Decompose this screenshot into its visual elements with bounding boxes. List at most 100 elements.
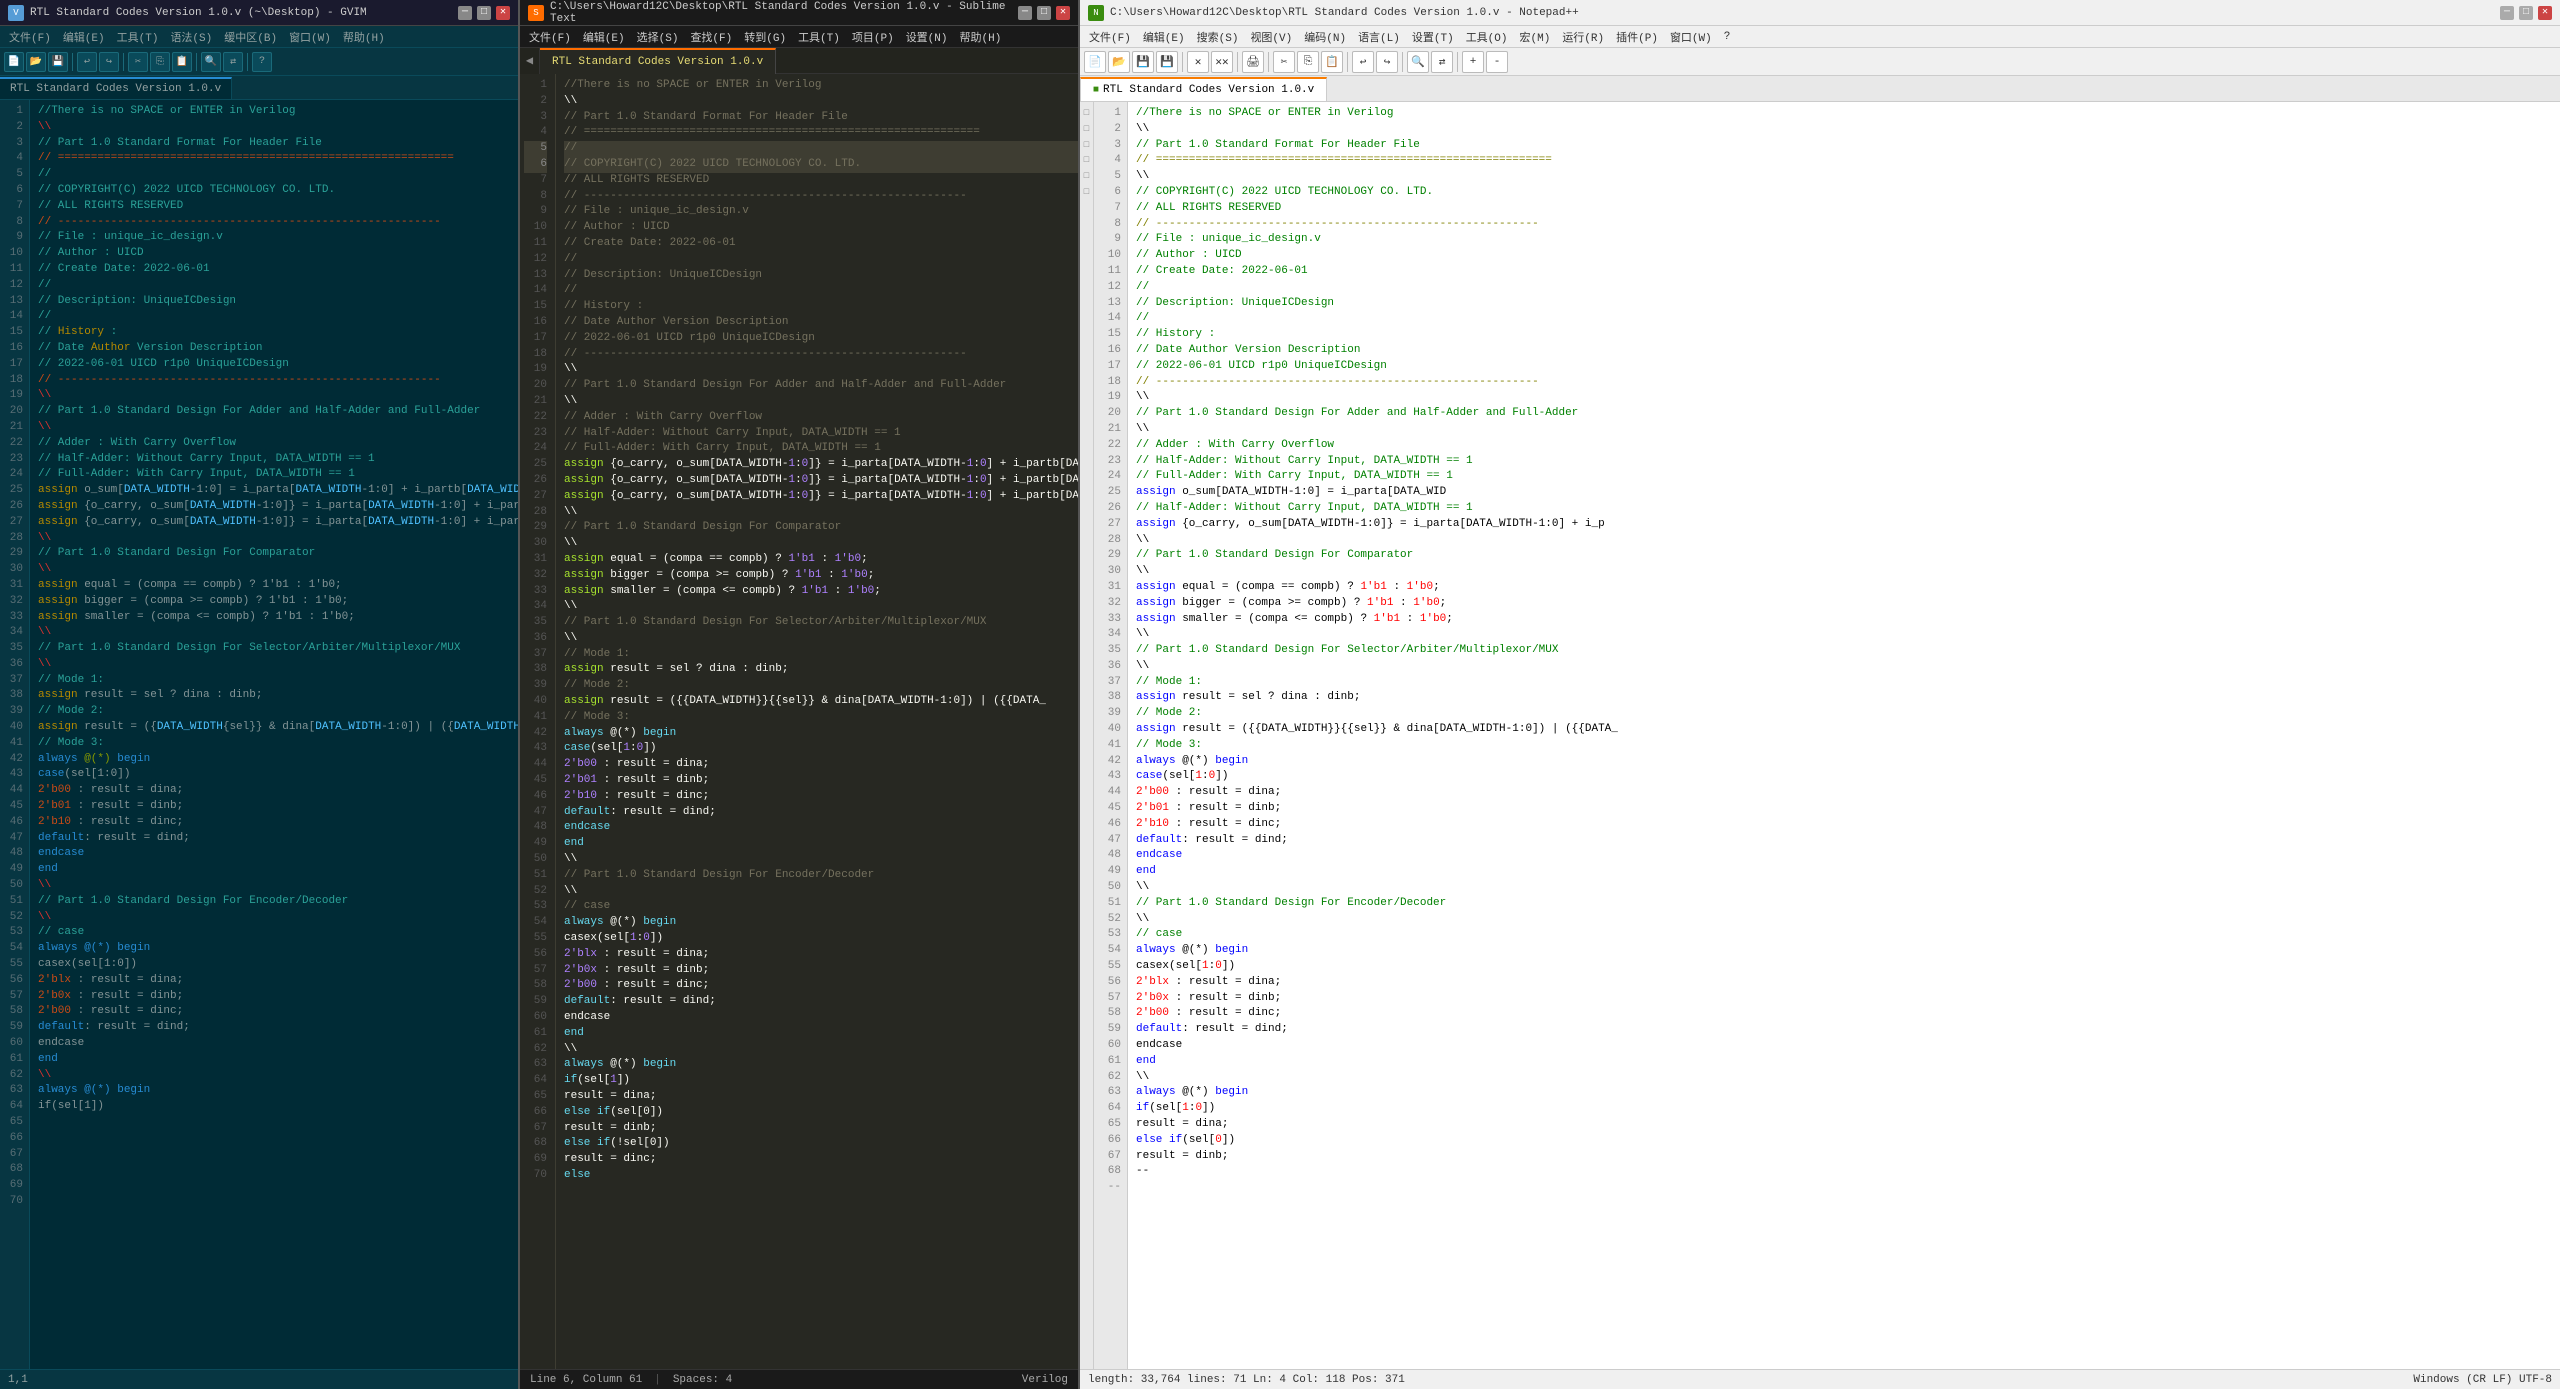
gvim-menu-tools[interactable]: 工具(T) [112, 29, 164, 45]
sublime-menu-edit[interactable]: 编辑(E) [578, 29, 630, 45]
npp-line-5: \\ [1136, 169, 2560, 185]
npp-line-41: // Mode 3: [1136, 738, 2560, 754]
npp-win-controls[interactable]: ─ □ ✕ [2500, 6, 2552, 20]
sublime-menu-tools[interactable]: 工具(T) [793, 29, 845, 45]
sublime-editor-body[interactable]: 1234 5 6 78910 1112131415 1617181920 212… [520, 74, 1078, 1369]
npp-tool-zoom-in[interactable]: + [1462, 51, 1484, 73]
gvim-menu-buffer[interactable]: 缓中区(B) [219, 29, 282, 45]
gvim-editor-body[interactable]: 12345 678910 1112131415 1617181920 21222… [0, 100, 518, 1369]
npp-tab-active[interactable]: ■ RTL Standard Codes Version 1.0.v [1080, 77, 1327, 101]
npp-menu-bar[interactable]: 文件(F) 编辑(E) 搜索(S) 视图(V) 编码(N) 语言(L) 设置(T… [1080, 26, 2560, 48]
gvim-minimize-btn[interactable]: ─ [458, 6, 472, 20]
gvim-maximize-btn[interactable]: □ [477, 6, 491, 20]
sublime-menu-help[interactable]: 帮助(H) [955, 29, 1007, 45]
npp-tool-new[interactable]: 📄 [1084, 51, 1106, 73]
npp-tool-find[interactable]: 🔍 [1407, 51, 1429, 73]
npp-menu-file[interactable]: 文件(F) [1084, 29, 1136, 45]
gvim-tool-open[interactable]: 📂 [26, 52, 46, 72]
npp-menu-lang[interactable]: 语言(L) [1353, 29, 1405, 45]
st-line-70: else [564, 1168, 1078, 1184]
gvim-tool-help[interactable]: ? [252, 52, 272, 72]
npp-minimize-btn[interactable]: ─ [2500, 6, 2514, 20]
npp-menu-view[interactable]: 视图(V) [1245, 29, 1297, 45]
sublime-menu-file[interactable]: 文件(F) [524, 29, 576, 45]
sublime-menu-settings[interactable]: 设置(N) [901, 29, 953, 45]
sublime-menu-project[interactable]: 项目(P) [847, 29, 899, 45]
gvim-tool-copy[interactable]: ⎘ [150, 52, 170, 72]
code-line-11: // Create Date: 2022-06-01 [38, 262, 518, 278]
npp-menu-window[interactable]: 窗口(W) [1665, 29, 1717, 45]
npp-tool-save[interactable]: 💾 [1132, 51, 1154, 73]
npp-menu-settings[interactable]: 设置(T) [1407, 29, 1459, 45]
npp-line-57: 2'b0x : result = dinb; [1136, 991, 2560, 1007]
sublime-win-controls[interactable]: ─ □ ✕ [1018, 6, 1070, 20]
npp-menu-search[interactable]: 搜索(S) [1192, 29, 1244, 45]
sublime-close-btn[interactable]: ✕ [1056, 6, 1070, 20]
sublime-tab-active[interactable]: RTL Standard Codes Version 1.0.v [540, 48, 776, 74]
gvim-tool-cut[interactable]: ✂ [128, 52, 148, 72]
npp-menu-macro[interactable]: 宏(M) [1515, 29, 1556, 45]
npp-tool-saveall[interactable]: 💾 [1156, 51, 1178, 73]
npp-tool-zoom-out[interactable]: - [1486, 51, 1508, 73]
npp-menu-help[interactable]: ? [1719, 31, 1736, 43]
code-line-46: 2'b10 : result = dinc; [38, 815, 518, 831]
npp-tool-closeall[interactable]: ✕✕ [1211, 51, 1233, 73]
npp-tool-open[interactable]: 📂 [1108, 51, 1130, 73]
sublime-menu-bar[interactable]: 文件(F) 编辑(E) 选择(S) 查找(F) 转到(G) 工具(T) 项目(P… [520, 26, 1078, 48]
gvim-menu-help[interactable]: 帮助(H) [338, 29, 390, 45]
npp-menu-edit[interactable]: 编辑(E) [1138, 29, 1190, 45]
gvim-menu-window[interactable]: 窗口(W) [284, 29, 336, 45]
st-line-60: endcase [564, 1010, 1078, 1026]
sublime-tab-bar: ◀ RTL Standard Codes Version 1.0.v [520, 48, 1078, 74]
npp-menu-plugins[interactable]: 插件(P) [1611, 29, 1663, 45]
gvim-tool-find[interactable]: 🔍 [201, 52, 221, 72]
npp-line-55: casex(sel[1:0]) [1136, 959, 2560, 975]
npp-code-content[interactable]: //There is no SPACE or ENTER in Verilog … [1128, 102, 2560, 1369]
sublime-menu-goto[interactable]: 转到(G) [739, 29, 791, 45]
gvim-tool-new[interactable]: 📄 [4, 52, 24, 72]
gvim-tool-paste[interactable]: 📋 [172, 52, 192, 72]
npp-line-27: assign {o_carry, o_sum[DATA_WIDTH-1:0]} … [1136, 517, 2560, 533]
npp-maximize-btn[interactable]: □ [2519, 6, 2533, 20]
npp-tool-copy[interactable]: ⎘ [1297, 51, 1319, 73]
npp-tool-paste[interactable]: 📋 [1321, 51, 1343, 73]
gvim-menu-file[interactable]: 文件(F) [4, 29, 56, 45]
sublime-menu-find[interactable]: 查找(F) [685, 29, 737, 45]
npp-tool-cut[interactable]: ✂ [1273, 51, 1295, 73]
gvim-tool-replace[interactable]: ⇄ [223, 52, 243, 72]
npp-line-46: 2'b10 : result = dinc; [1136, 817, 2560, 833]
sublime-code-content[interactable]: //There is no SPACE or ENTER in Verilog … [556, 74, 1078, 1369]
npp-tool-close[interactable]: ✕ [1187, 51, 1209, 73]
npp-menu-encode[interactable]: 编码(N) [1299, 29, 1351, 45]
npp-line-47: default: result = dind; [1136, 833, 2560, 849]
gvim-tool-save[interactable]: 💾 [48, 52, 68, 72]
gvim-tab-active[interactable]: RTL Standard Codes Version 1.0.v [0, 77, 232, 99]
gvim-menu-syntax[interactable]: 语法(S) [165, 29, 217, 45]
gvim-win-controls[interactable]: ─ □ ✕ [458, 6, 510, 20]
code-line-16: // Date Author Version Description [38, 341, 518, 357]
code-line-44: 2'b00 : result = dina; [38, 783, 518, 799]
sublime-menu-select[interactable]: 选择(S) [632, 29, 684, 45]
npp-close-btn[interactable]: ✕ [2538, 6, 2552, 20]
npp-line-26: // Half-Adder: Without Carry Input, DATA… [1136, 501, 2560, 517]
npp-menu-run[interactable]: 运行(R) [1557, 29, 1609, 45]
sublime-minimize-btn[interactable]: ─ [1018, 6, 1032, 20]
code-line-31: assign equal = (compa == compb) ? 1'b1 :… [38, 578, 518, 594]
gvim-menu-bar[interactable]: 文件(F) 编辑(E) 工具(T) 语法(S) 缓中区(B) 窗口(W) 帮助(… [0, 26, 518, 48]
gvim-code-content[interactable]: //There is no SPACE or ENTER in Verilog … [30, 100, 518, 1369]
npp-tool-replace[interactable]: ⇄ [1431, 51, 1453, 73]
gvim-tool-redo[interactable]: ↪ [99, 52, 119, 72]
gvim-close-btn[interactable]: ✕ [496, 6, 510, 20]
gvim-tool-undo[interactable]: ↩ [77, 52, 97, 72]
npp-tool-redo[interactable]: ↪ [1376, 51, 1398, 73]
sublime-tab-arrow[interactable]: ◀ [520, 48, 540, 74]
npp-tool-print[interactable]: 🖨 [1242, 51, 1264, 73]
st-line-15: // History : [564, 299, 1078, 315]
npp-editor-body[interactable]: □ □ □ □ □ □ [1080, 102, 2560, 1369]
npp-menu-tools[interactable]: 工具(O) [1461, 29, 1513, 45]
sublime-maximize-btn[interactable]: □ [1037, 6, 1051, 20]
npp-tool-undo[interactable]: ↩ [1352, 51, 1374, 73]
st-line-24: // Full-Adder: With Carry Input, DATA_WI… [564, 441, 1078, 457]
code-line-14: // [38, 309, 518, 325]
gvim-menu-edit[interactable]: 编辑(E) [58, 29, 110, 45]
